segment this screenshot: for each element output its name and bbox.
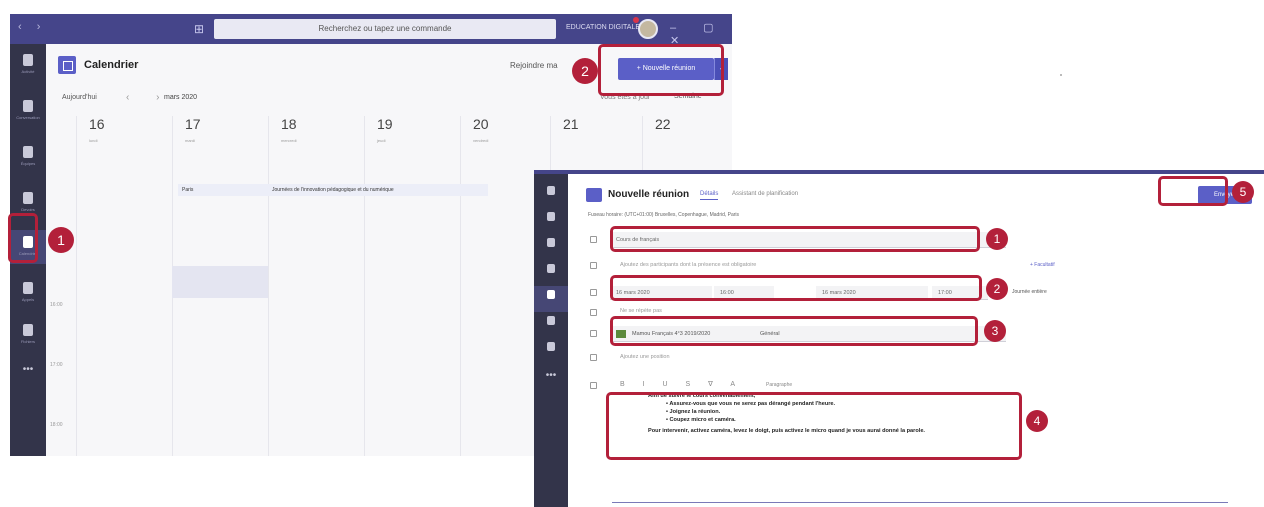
highlight-description xyxy=(606,392,1022,460)
day-column[interactable]: 19 jeudi xyxy=(364,116,460,456)
page-title: Calendrier xyxy=(84,59,139,71)
highlight-send xyxy=(1158,176,1228,206)
day-column[interactable]: 18 mercredi xyxy=(268,116,364,456)
callout-badge: 3 xyxy=(984,320,1006,342)
hour-label: 17:00 xyxy=(50,362,63,368)
assignments-icon xyxy=(23,192,33,204)
more-apps-icon[interactable]: ••• xyxy=(534,370,568,381)
location-icon xyxy=(590,354,597,361)
teams-icon xyxy=(23,146,33,158)
highlight-date-time xyxy=(610,275,982,301)
editor-underline xyxy=(612,502,1228,503)
rail-item-teams[interactable] xyxy=(534,234,568,260)
rail-item-chat[interactable] xyxy=(534,208,568,234)
search-input[interactable]: Recherchez ou tapez une commande xyxy=(214,19,556,39)
tab-scheduling-assistant[interactable]: Assistant de planification xyxy=(732,191,798,197)
tab-details[interactable]: Détails xyxy=(700,191,719,200)
callout-badge: 1 xyxy=(48,227,74,253)
event-paris[interactable]: Paris xyxy=(178,184,268,196)
callout-badge: 1 xyxy=(986,228,1008,250)
history-nav-icon[interactable]: ‹ › xyxy=(18,21,46,33)
highlight-title-field xyxy=(610,226,980,252)
location-input[interactable]: Ajoutez une position xyxy=(620,354,670,360)
timezone-selector[interactable]: Fuseau horaire: (UTC+01:00) Bruxelles, C… xyxy=(588,212,739,218)
hour-label: 16:00 xyxy=(50,302,63,308)
title-bar: ‹ › ⊞ Recherchez ou tapez une commande E… xyxy=(10,14,732,47)
callout-badge: 5 xyxy=(1232,181,1254,203)
optional-attendees-link[interactable]: + Facultatif xyxy=(1030,262,1055,268)
more-apps-icon[interactable]: ••• xyxy=(10,364,46,375)
repeat-icon xyxy=(590,309,597,316)
rail-item-teams[interactable]: Équipes xyxy=(10,140,46,174)
channel-icon xyxy=(590,330,597,337)
rail-item-calendar[interactable] xyxy=(534,286,568,312)
callout-badge: 2 xyxy=(986,278,1008,300)
format-toolbar[interactable]: B I U S ∇ A xyxy=(620,380,743,388)
calendar-icon xyxy=(58,56,76,74)
today-button[interactable]: Aujourd'hui xyxy=(62,94,97,101)
callout-badge: 2 xyxy=(572,58,598,84)
event-journees[interactable]: Journées de l'innovation pédagogique et … xyxy=(268,184,488,196)
files-icon xyxy=(23,324,33,336)
assignments-icon xyxy=(547,264,555,273)
page-title: Nouvelle réunion xyxy=(608,189,690,200)
clock-icon xyxy=(590,289,597,296)
calendar-icon xyxy=(547,290,555,299)
bell-icon xyxy=(547,186,555,195)
rail-item-chat[interactable]: Conversation xyxy=(10,94,46,128)
people-icon xyxy=(590,262,597,269)
phone-icon xyxy=(547,316,555,325)
chat-icon xyxy=(23,100,33,112)
all-day-label: Journée entière xyxy=(1012,289,1047,295)
compose-icon[interactable]: ⊞ xyxy=(194,22,204,36)
rail-item-calls[interactable] xyxy=(534,312,568,338)
highlight-calendar-rail xyxy=(8,213,38,263)
selected-time-slot[interactable] xyxy=(172,266,268,298)
highlight-new-meeting xyxy=(598,44,724,96)
calendar-icon xyxy=(586,188,602,202)
chat-icon xyxy=(547,212,555,221)
repeat-selector[interactable]: Ne se répète pas xyxy=(620,308,662,314)
join-now-button[interactable]: Rejoindre ma xyxy=(510,61,558,70)
bell-icon xyxy=(23,54,33,66)
teams-icon xyxy=(547,238,555,247)
rail-item-files[interactable]: Fichiers xyxy=(10,318,46,352)
callout-badge: 4 xyxy=(1026,410,1048,432)
details-icon xyxy=(590,382,597,389)
month-selector[interactable]: mars 2020 xyxy=(164,94,197,101)
attendees-input[interactable]: Ajoutez des participants dont la présenc… xyxy=(620,262,756,268)
rail-item-calls[interactable]: Appels xyxy=(10,276,46,310)
day-column[interactable]: 16 lundi xyxy=(76,116,172,456)
org-name[interactable]: EDUCATION DIGITALE xyxy=(566,24,640,31)
files-icon xyxy=(547,342,555,351)
notification-dot xyxy=(633,17,639,23)
app-rail: ••• xyxy=(534,174,568,507)
rail-item-files[interactable] xyxy=(534,338,568,364)
highlight-channel xyxy=(610,316,978,346)
paragraph-selector[interactable]: Paragraphe xyxy=(766,382,792,388)
stray-mark xyxy=(1060,74,1062,76)
rail-item-assignments[interactable] xyxy=(534,260,568,286)
pencil-icon xyxy=(590,236,597,243)
rail-item-activity[interactable]: Activité xyxy=(10,48,46,82)
avatar[interactable] xyxy=(638,19,658,39)
phone-icon xyxy=(23,282,33,294)
hour-label: 18:00 xyxy=(50,422,63,428)
rail-item-activity[interactable] xyxy=(534,182,568,208)
